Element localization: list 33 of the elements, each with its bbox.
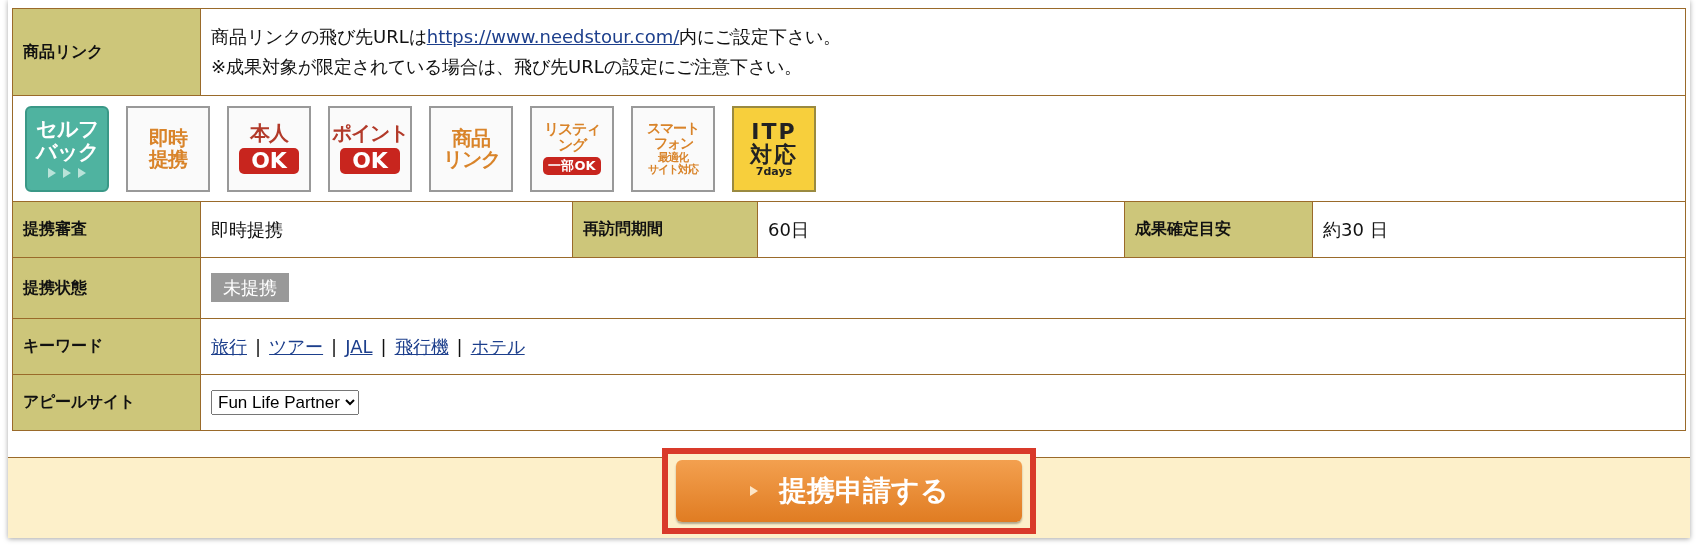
site-select[interactable]: Fun Life Partner	[211, 390, 359, 415]
feature-badge: ITP 対応 7days	[732, 105, 816, 192]
row-label: 商品リンク	[12, 8, 201, 96]
row-value: 即時提携	[200, 201, 573, 258]
feature-badge: スマート フォン 最適化 サイト対応	[631, 105, 715, 192]
row-label: キーワード	[12, 318, 201, 375]
separator: |	[380, 335, 387, 357]
feature-badge: 即時 提携	[126, 105, 210, 192]
keyword-link[interactable]: 飛行機	[394, 335, 449, 357]
row-label: アピールサイト	[12, 374, 201, 431]
feature-badge: セルフ バック	[25, 105, 109, 192]
feature-badge: 商品 リンク	[429, 105, 513, 192]
feature-badge: リスティ ング 一部OK	[530, 105, 614, 192]
row-label: 成果確定目安	[1124, 201, 1313, 258]
keyword-link[interactable]: JAL	[345, 335, 373, 357]
keyword-link[interactable]: ツアー	[269, 335, 324, 357]
row-label: 再訪問期間	[572, 201, 758, 258]
caution-note: ※成果対象が限定されている場合は、飛び先URLの設定にご注意下さい。	[211, 55, 803, 79]
status-badge: 未提携	[211, 273, 289, 302]
link-note: 商品リンクの飛び先URLはhttps://www.needstour.com/内にご設定下さい。	[211, 25, 843, 49]
row-label: 提携状態	[12, 257, 201, 319]
feature-badge: ポイント OK	[328, 105, 412, 192]
row-label: 提携審査	[12, 201, 201, 258]
row-value: 60日	[757, 201, 1125, 258]
row-value: 約30 日	[1312, 201, 1686, 258]
url-link[interactable]: https://www.needstour.com/	[426, 26, 680, 47]
feature-badge: 本人 OK	[227, 105, 311, 192]
separator: |	[331, 335, 338, 357]
play-icon	[749, 485, 759, 497]
separator: |	[456, 335, 463, 357]
keyword-link[interactable]: ホテル	[470, 335, 525, 357]
keyword-link[interactable]: 旅行	[211, 335, 247, 357]
separator: |	[255, 335, 262, 357]
